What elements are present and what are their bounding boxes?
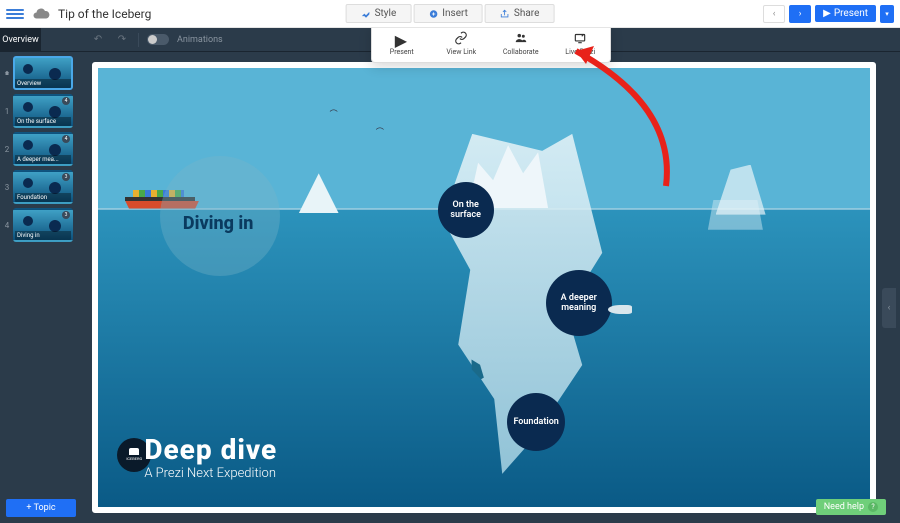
top-bar: Tip of the Iceberg Style Insert Share ‹ …: [0, 0, 900, 28]
topbar-right: ‹ › ▶ Present ▾: [763, 5, 894, 23]
thumb-row: Overview: [4, 56, 78, 90]
help-icon: ?: [868, 502, 878, 512]
share-dropdown: ▶ Present View Link Collaborate Live Pre…: [371, 24, 611, 63]
thumb-row: 1 4On the surface: [4, 94, 78, 128]
people-icon: [514, 31, 528, 45]
thumbnail-2[interactable]: 4A deeper mea...: [13, 132, 73, 166]
presentation-canvas[interactable]: ︵ ︵ Diving in On the surface A deeper me…: [92, 62, 876, 513]
share-collaborate[interactable]: Collaborate: [491, 25, 551, 62]
broadcast-icon: [573, 31, 587, 45]
cloud-icon: [32, 5, 50, 23]
topic-a-deeper-meaning[interactable]: A deeper meaning: [546, 270, 612, 336]
nav-next-button[interactable]: ›: [789, 5, 811, 23]
thumbnail-1[interactable]: 4On the surface: [13, 94, 73, 128]
home-icon: [4, 70, 10, 76]
menu-icon[interactable]: [6, 5, 24, 23]
canvas-wrap: ︵ ︵ Diving in On the surface A deeper me…: [82, 52, 900, 523]
canvas-title: Deep dive: [144, 433, 277, 466]
presentation-title: Tip of the Iceberg: [58, 7, 151, 21]
present-dropdown-button[interactable]: ▾: [880, 5, 894, 23]
workspace: Overview Overview 1 4On the surface 2 4A…: [0, 28, 900, 523]
sidebar: Overview Overview 1 4On the surface 2 4A…: [0, 28, 82, 523]
share-button[interactable]: Share: [485, 4, 554, 23]
present-button[interactable]: ▶ Present: [815, 5, 876, 22]
tab-overview[interactable]: Overview: [0, 28, 41, 51]
link-icon: [454, 31, 468, 45]
canvas-subtitle: A Prezi Next Expedition: [144, 466, 277, 481]
need-help-button[interactable]: Need help ?: [816, 499, 886, 515]
topic-on-the-surface[interactable]: On the surface: [438, 182, 494, 238]
thumb-row: 3 3Foundation: [4, 170, 78, 204]
main-area: ↶ ↷ Animations ▶ Present View Link Colla…: [82, 28, 900, 523]
bird-icon: ︵: [376, 121, 384, 132]
thumb-row: 2 4A deeper mea...: [4, 132, 78, 166]
collapse-panel-button[interactable]: ‹: [882, 288, 896, 328]
thumbnail-4[interactable]: 3Diving in: [13, 208, 73, 242]
add-topic-button[interactable]: + Topic: [6, 499, 76, 517]
share-view-link[interactable]: View Link: [432, 25, 492, 62]
topic-foundation[interactable]: Foundation: [507, 393, 565, 451]
undo-button[interactable]: ↶: [90, 32, 106, 48]
thumbnail-list: Overview 1 4On the surface 2 4A deeper m…: [0, 52, 82, 489]
share-live-prezi[interactable]: Live Prezi: [551, 25, 611, 62]
small-iceberg: [299, 173, 339, 213]
animations-label: Animations: [177, 35, 223, 45]
sidebar-footer: + Topic: [0, 489, 82, 523]
divider: [138, 33, 139, 47]
diving-in-label: Diving in: [183, 213, 254, 234]
small-iceberg-2: [716, 165, 766, 215]
sidebar-tabs: Overview: [0, 28, 82, 52]
title-block: Deep dive A Prezi Next Expedition: [144, 433, 277, 481]
play-icon: ▶: [395, 31, 409, 45]
fish-graphic: [608, 305, 632, 314]
animations-toggle[interactable]: [147, 34, 169, 45]
style-button[interactable]: Style: [346, 4, 412, 23]
nav-prev-button[interactable]: ‹: [763, 5, 785, 23]
bird-icon: ︵: [330, 103, 338, 114]
thumbnail-overview[interactable]: Overview: [13, 56, 73, 90]
thumbnail-3[interactable]: 3Foundation: [13, 170, 73, 204]
redo-button[interactable]: ↷: [114, 32, 130, 48]
share-present[interactable]: ▶ Present: [372, 25, 432, 62]
thumb-row: 4 3Diving in: [4, 208, 78, 242]
tab-other[interactable]: [41, 28, 82, 51]
insert-button[interactable]: Insert: [413, 4, 483, 23]
topbar-center-actions: Style Insert Share: [346, 4, 555, 23]
